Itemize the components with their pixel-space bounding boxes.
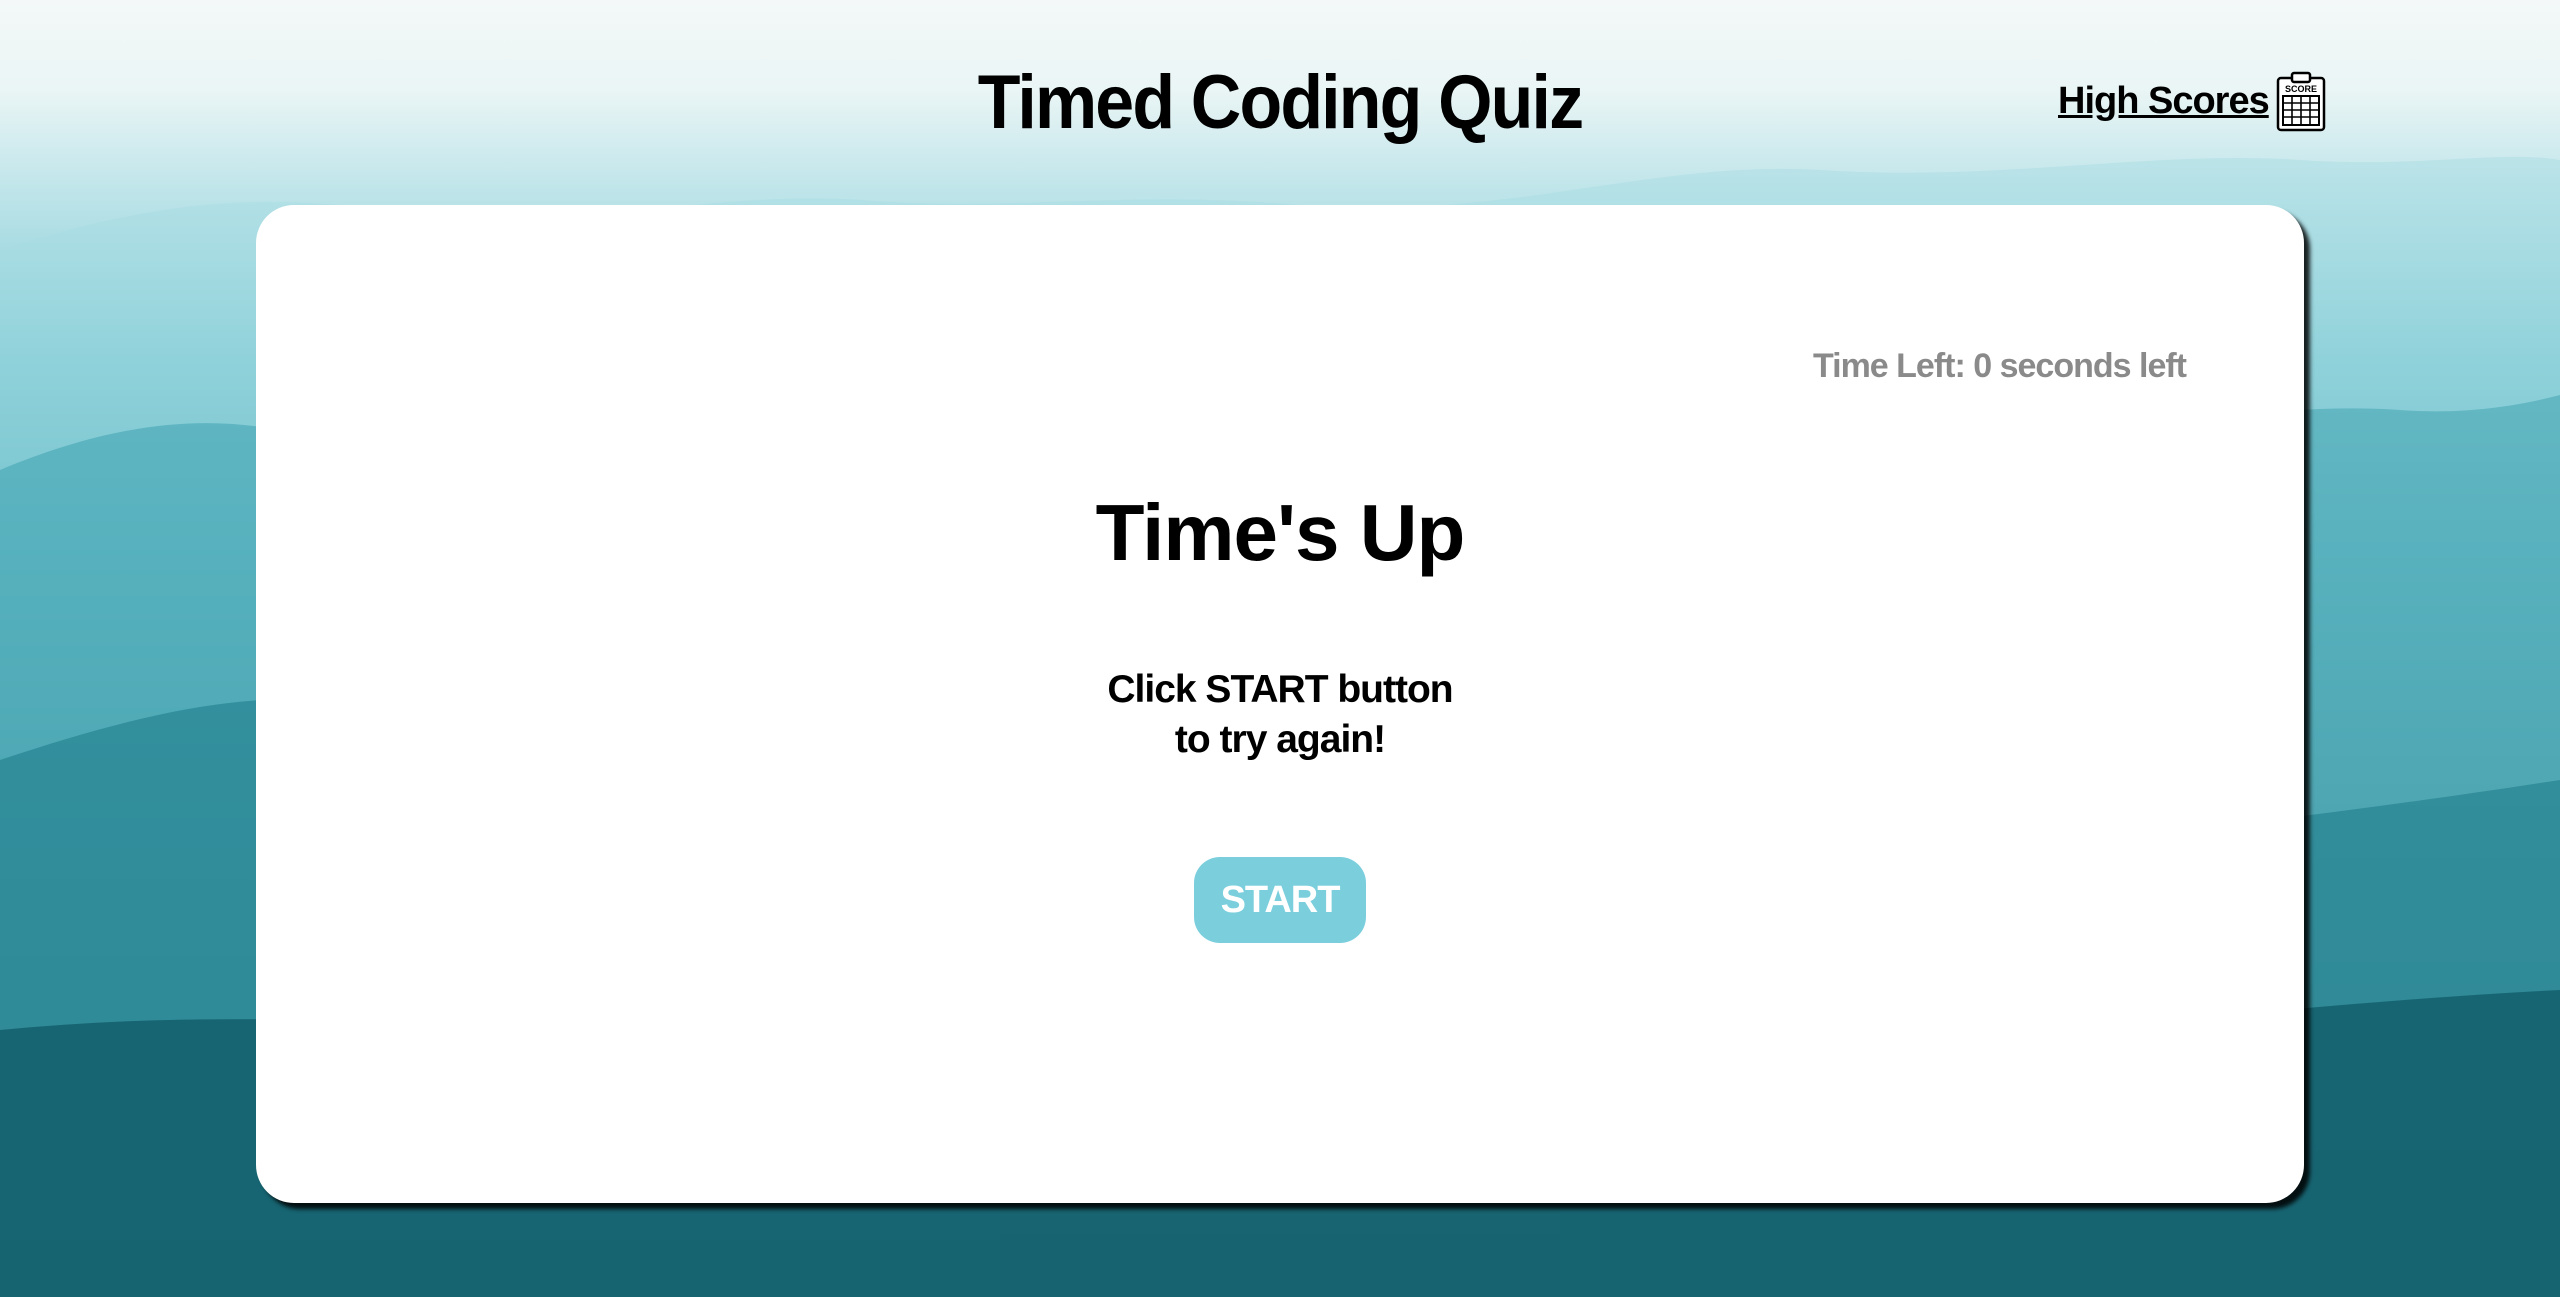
quiz-card: Time Left: 0 seconds left Time's Up Clic…	[256, 205, 2304, 1203]
instructions-text: Click START button to try again!	[256, 665, 2304, 765]
timer-text: Time Left: 0 seconds left	[1812, 347, 2187, 385]
instructions-line-1: Click START button	[1107, 668, 1453, 711]
scoreboard-icon: SCORE	[2276, 71, 2325, 132]
svg-text:SCORE: SCORE	[2285, 84, 2317, 94]
page-header: Timed Coding Quiz High Scores SCORE	[0, 0, 2560, 205]
instructions-line-2: to try again!	[1174, 718, 1386, 761]
high-scores-label: High Scores	[2058, 80, 2270, 122]
start-button[interactable]: START	[1194, 857, 1366, 943]
high-scores-link[interactable]: High Scores SCORE	[2058, 70, 2327, 132]
quiz-heading: Time's Up	[1095, 488, 1466, 577]
